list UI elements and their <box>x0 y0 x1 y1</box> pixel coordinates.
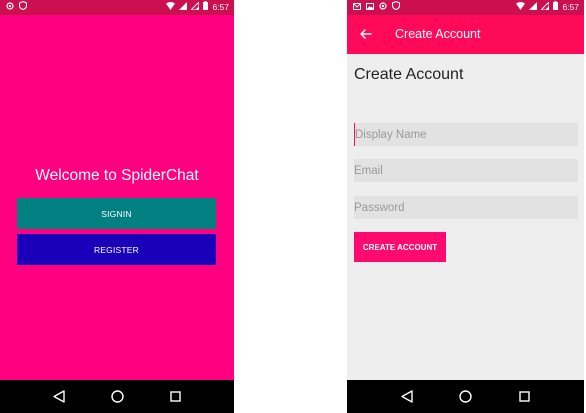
image-icon <box>366 0 374 15</box>
navigation-bar <box>0 380 234 413</box>
signal-icon <box>190 0 200 15</box>
clock: 6:57 <box>212 2 229 12</box>
recents-square-icon[interactable] <box>168 390 182 404</box>
recents-square-icon[interactable] <box>518 390 532 404</box>
status-bar: 6:57 <box>347 0 584 15</box>
toolbar-title: Create Account <box>395 27 481 41</box>
battery-icon <box>203 0 209 15</box>
shield-icon <box>18 0 28 15</box>
page-title: Create Account <box>354 66 464 83</box>
wifi-icon <box>516 0 526 15</box>
signin-button[interactable]: SIGNIN <box>17 198 216 229</box>
signal-icon <box>179 0 188 15</box>
app-toolbar: Create Account <box>347 15 584 54</box>
wifi-icon <box>166 0 176 15</box>
email-field[interactable] <box>354 159 578 182</box>
back-triangle-icon[interactable] <box>400 390 414 404</box>
circle-notification-icon <box>6 0 14 15</box>
status-bar: 6:57 <box>0 0 234 15</box>
battery-icon <box>553 0 559 15</box>
shield-icon <box>391 0 401 15</box>
welcome-title: Welcome to SpiderChat <box>35 167 199 184</box>
clock: 6:57 <box>562 2 579 12</box>
mail-icon <box>353 0 361 15</box>
circle-notification-icon <box>379 0 387 15</box>
back-arrow-icon[interactable] <box>359 27 373 41</box>
signal-icon <box>540 0 550 15</box>
signal-icon <box>529 0 538 15</box>
home-circle-icon[interactable] <box>110 390 124 404</box>
create-account-screen: 6:57 Create Account Create Account CREAT… <box>347 0 584 413</box>
navigation-bar <box>347 380 584 413</box>
create-account-button[interactable]: CREATE ACCOUNT <box>354 232 446 262</box>
home-circle-icon[interactable] <box>459 390 473 404</box>
back-triangle-icon[interactable] <box>52 390 66 404</box>
register-button[interactable]: REGISTER <box>17 234 216 265</box>
welcome-screen: 6:57 Welcome to SpiderChat SIGNIN REGIST… <box>0 0 234 413</box>
password-field[interactable] <box>354 196 578 219</box>
display-name-field[interactable] <box>354 123 578 146</box>
